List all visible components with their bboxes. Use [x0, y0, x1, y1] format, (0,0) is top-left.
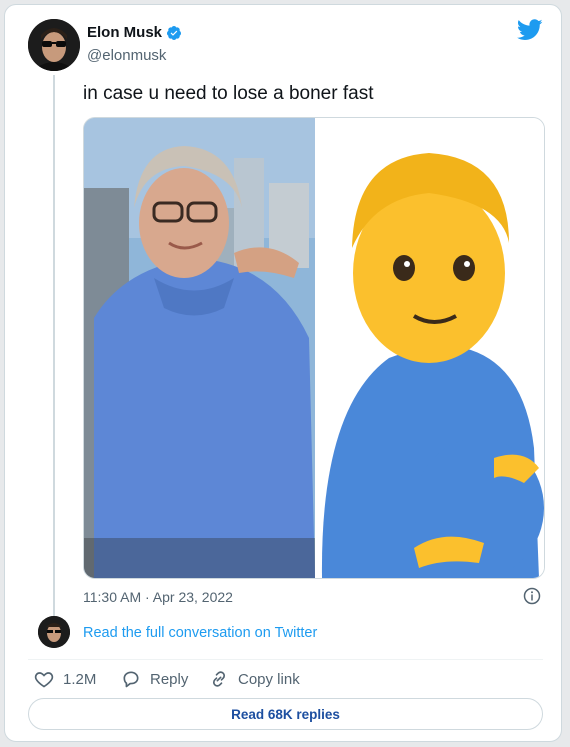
author-avatar[interactable]: [28, 19, 80, 71]
tweet-media[interactable]: [83, 117, 545, 579]
reply-label: Reply: [150, 670, 189, 688]
tweet-timestamp[interactable]: 11:30 AM · Apr 23, 2022: [83, 589, 233, 605]
like-count: 1.2M: [63, 670, 97, 688]
divider: [28, 659, 543, 660]
info-icon[interactable]: [523, 587, 541, 605]
left-photo: [84, 118, 315, 578]
author-name[interactable]: Elon Musk: [87, 24, 182, 41]
reply-icon: [123, 671, 139, 688]
copy-link-label: Copy link: [238, 670, 300, 688]
read-replies-button[interactable]: Read 68K replies: [28, 698, 543, 730]
verified-icon: [167, 25, 182, 40]
conversation-avatar[interactable]: [38, 616, 70, 648]
read-conversation-link[interactable]: Read the full conversation on Twitter: [83, 625, 317, 641]
tweet-card: Elon Musk @elonmusk in case u need to lo…: [4, 4, 562, 742]
heart-icon: [34, 672, 54, 688]
reply-button[interactable]: Reply: [121, 669, 188, 689]
copy-link-button[interactable]: Copy link: [209, 669, 300, 689]
author-handle[interactable]: @elonmusk: [87, 47, 166, 64]
link-icon: [212, 671, 226, 687]
thread-line: [53, 75, 55, 619]
right-emoji: [315, 118, 544, 578]
like-button[interactable]: 1.2M: [34, 669, 96, 689]
twitter-bird-icon[interactable]: [517, 19, 543, 41]
tweet-text: in case u need to lose a boner fast: [83, 83, 374, 104]
